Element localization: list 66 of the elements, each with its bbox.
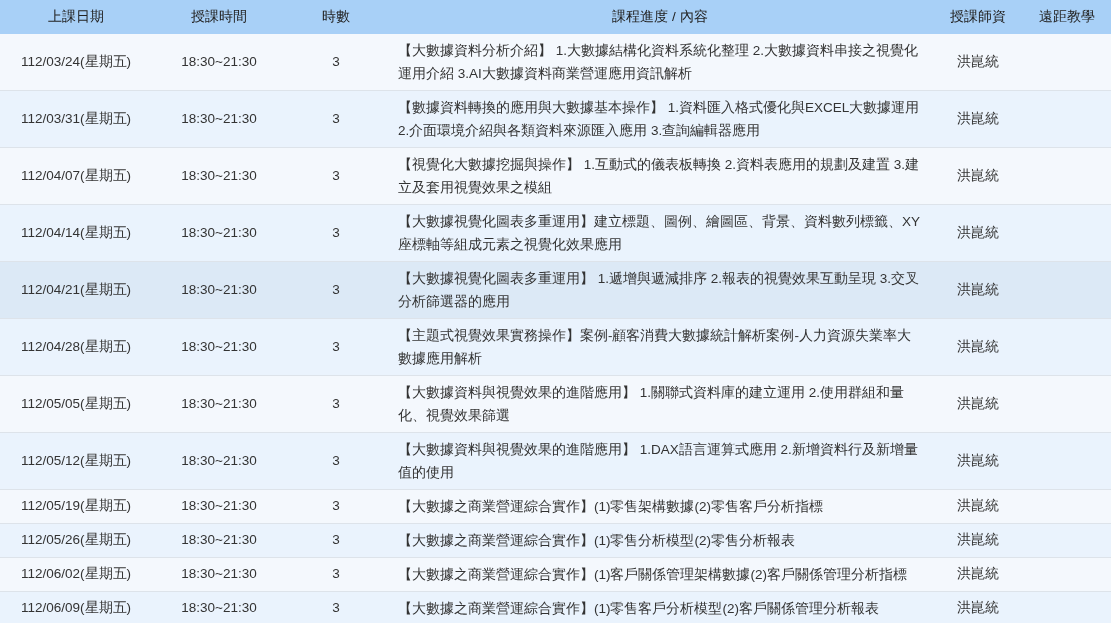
table-cell: 112/05/19(星期五) <box>0 489 152 524</box>
table-cell: 【大數據之商業營運綜合實作】(1)零售架構數據(2)零售客戶分析指標 <box>386 489 934 524</box>
table-cell: 112/06/09(星期五) <box>0 591 152 623</box>
column-header: 遠距教學 <box>1022 0 1111 34</box>
table-cell: 3 <box>286 523 386 558</box>
table-cell: 洪崑統 <box>934 557 1022 592</box>
table-cell: 3 <box>286 90 386 148</box>
table-cell: 18:30~21:30 <box>152 147 286 205</box>
table-cell: 【大數據之商業營運綜合實作】(1)零售分析模型(2)零售分析報表 <box>386 523 934 558</box>
table-cell: 【大數據之商業營運綜合實作】(1)客戶關係管理架構數據(2)客戶關係管理分析指標 <box>386 557 934 592</box>
table-cell: 3 <box>286 591 386 623</box>
table-cell: 【大數據視覺化圖表多重運用】建立標題、圖例、繪圖區、背景、資料數列標籤、XY座標軸等組成元素之視覺化效果應用 <box>386 204 934 262</box>
table-cell: 112/06/02(星期五) <box>0 557 152 592</box>
column-header: 授課師資 <box>934 0 1022 34</box>
table-cell: 3 <box>286 204 386 262</box>
table-cell: 3 <box>286 489 386 524</box>
table-cell: 18:30~21:30 <box>152 523 286 558</box>
table-cell: 18:30~21:30 <box>152 204 286 262</box>
column-header: 課程進度 / 內容 <box>386 0 934 34</box>
table-cell: 【大數據資料分析介紹】 1.大數據結構化資料系統化整理 2.大數據資料串接之視覺化運用介紹 3.AI大數據資料商業營運應用資訊解析 <box>386 34 934 91</box>
table-cell: 18:30~21:30 <box>152 34 286 91</box>
table-cell: 18:30~21:30 <box>152 557 286 592</box>
table-cell: 112/05/12(星期五) <box>0 432 152 490</box>
table-cell: 【大數據之商業營運綜合實作】(1)零售客戶分析模型(2)客戶關係管理分析報表 <box>386 591 934 623</box>
table-cell: 112/04/28(星期五) <box>0 318 152 376</box>
table-cell: 112/03/31(星期五) <box>0 90 152 148</box>
table-cell: 18:30~21:30 <box>152 432 286 490</box>
table-cell: 112/05/05(星期五) <box>0 375 152 433</box>
column-header: 上課日期 <box>0 0 152 34</box>
table-cell: 3 <box>286 318 386 376</box>
column-header: 授課時間 <box>152 0 286 34</box>
table-cell: 【數據資料轉換的應用與大數據基本操作】 1.資料匯入格式優化與EXCEL大數據運用 2.介面環境介紹與各類資料來源匯入應用 3.查詢編輯器應用 <box>386 90 934 148</box>
table-cell: 洪崑統 <box>934 147 1022 205</box>
table-cell: 3 <box>286 261 386 319</box>
table-cell: 112/04/07(星期五) <box>0 147 152 205</box>
table-cell: 3 <box>286 432 386 490</box>
table-cell: 18:30~21:30 <box>152 591 286 623</box>
table-cell: 【大數據資料與視覺效果的進階應用】 1.DAX語言運算式應用 2.新增資料行及新增量值的使用 <box>386 432 934 490</box>
table-cell: 18:30~21:30 <box>152 318 286 376</box>
table-cell: 洪崑統 <box>934 318 1022 376</box>
table-cell: 18:30~21:30 <box>152 489 286 524</box>
table-cell: 洪崑統 <box>934 375 1022 433</box>
table-cell: 洪崑統 <box>934 489 1022 524</box>
table-cell: 3 <box>286 147 386 205</box>
table-cell: 洪崑統 <box>934 261 1022 319</box>
table-cell: 3 <box>286 34 386 91</box>
table-cell: 洪崑統 <box>934 90 1022 148</box>
table-cell: 洪崑統 <box>934 204 1022 262</box>
table-cell: 112/03/24(星期五) <box>0 34 152 91</box>
table-cell: 【大數據資料與視覺效果的進階應用】 1.關聯式資料庫的建立運用 2.使用群組和量化、視覺效果篩選 <box>386 375 934 433</box>
table-cell: 洪崑統 <box>934 591 1022 623</box>
table-cell: 112/04/21(星期五) <box>0 261 152 319</box>
table-cell: 【視覺化大數據挖掘與操作】 1.互動式的儀表板轉換 2.資料表應用的規劃及建置 3.建立及套用視覺效果之模組 <box>386 147 934 205</box>
table-cell: 洪崑統 <box>934 34 1022 91</box>
table-cell: 3 <box>286 375 386 433</box>
table-cell: 3 <box>286 557 386 592</box>
table-cell: 112/04/14(星期五) <box>0 204 152 262</box>
table-cell: 【大數據視覺化圖表多重運用】 1.遞增與遞減排序 2.報表的視覺效果互動呈現 3.交叉分析篩選器的應用 <box>386 261 934 319</box>
table-cell: 18:30~21:30 <box>152 90 286 148</box>
table-cell: 洪崑統 <box>934 523 1022 558</box>
table-cell: 【主題式視覺效果實務操作】案例-顧客消費大數據統計解析案例-人力資源失業率大數據應用解析 <box>386 318 934 376</box>
table-cell: 112/05/26(星期五) <box>0 523 152 558</box>
table-cell: 18:30~21:30 <box>152 375 286 433</box>
column-header: 時數 <box>286 0 386 34</box>
table-cell: 18:30~21:30 <box>152 261 286 319</box>
table-cell: 洪崑統 <box>934 432 1022 490</box>
